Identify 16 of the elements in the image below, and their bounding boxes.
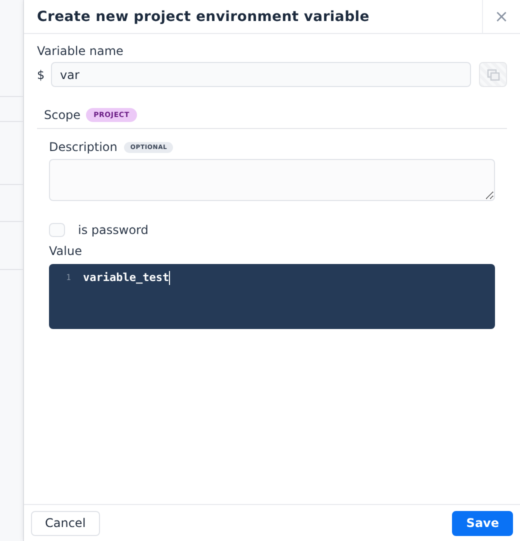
save-button[interactable]: Save bbox=[452, 510, 513, 536]
line-number: 1 bbox=[65, 272, 72, 284]
scope-label: Scope bbox=[44, 108, 81, 122]
field-label: Variable name bbox=[37, 44, 124, 58]
code-editor[interactable]: 1 variable_test bbox=[49, 264, 495, 329]
code-text[interactable]: variable_test bbox=[83, 271, 170, 285]
variable-name-field[interactable]: var bbox=[51, 62, 471, 87]
prefix-symbol: $ bbox=[37, 68, 45, 82]
checkbox-label: is password bbox=[78, 223, 148, 237]
copy-icon bbox=[486, 68, 500, 80]
field-label: Description bbox=[49, 140, 118, 154]
cancel-button[interactable]: Cancel bbox=[31, 510, 100, 536]
dialog-title: Create new project environment variable bbox=[36, 8, 370, 24]
description-field[interactable] bbox=[49, 159, 495, 201]
field-label: Value bbox=[49, 244, 83, 258]
checkbox[interactable] bbox=[49, 223, 65, 237]
